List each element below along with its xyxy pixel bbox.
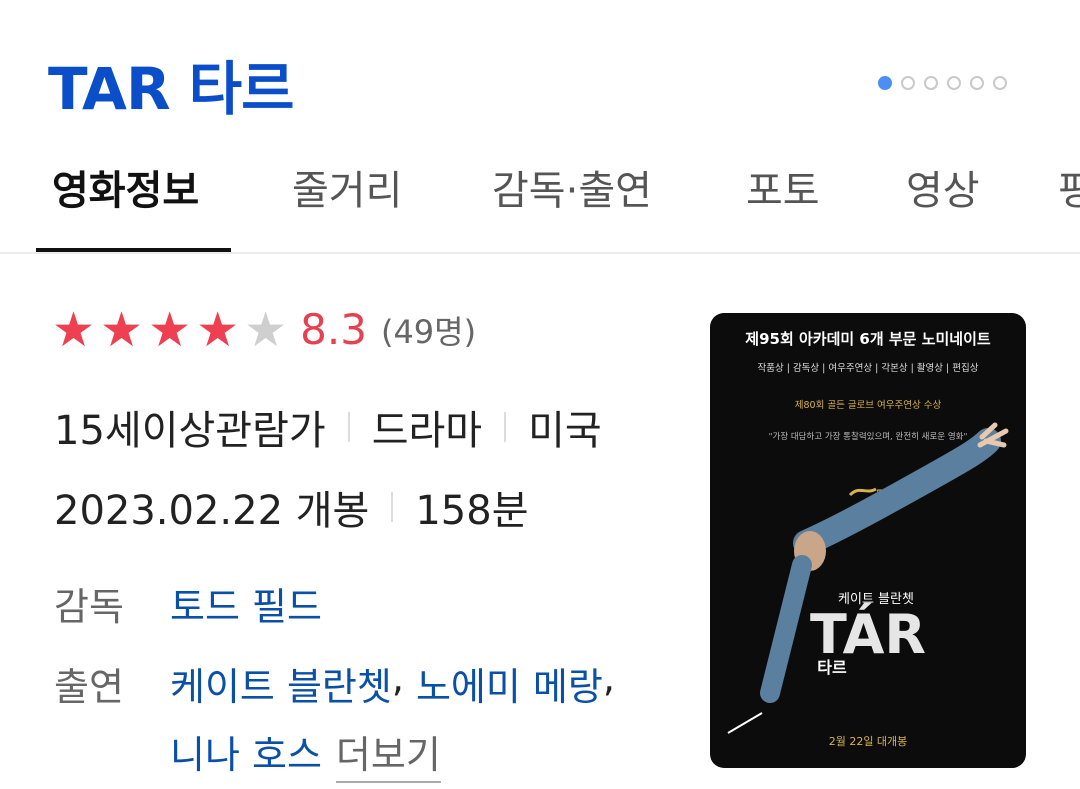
age-rating: 15세이상관람가 (54, 408, 326, 454)
tab-video[interactable]: 영상 (906, 158, 980, 216)
release-date: 2023.02.22 개봉 (54, 488, 370, 534)
cast-label: 출연 (54, 665, 124, 709)
tab-bar: 영화정보 줄거리 감독·출연 포토 영상 평 (0, 150, 1080, 254)
rating-score: 8.3 (300, 305, 367, 354)
pager-dot-5[interactable] (970, 76, 984, 90)
rating-count: (49명) (380, 312, 477, 351)
tab-director-cast[interactable]: 감독·출연 (492, 158, 652, 216)
poster-headline: 제95회 아카데미 6개 부문 노미네이트 (745, 330, 991, 348)
cast-link-2[interactable]: 노에미 메랑 (416, 656, 603, 711)
divider (504, 412, 507, 442)
pager-dot-2[interactable] (901, 76, 915, 90)
star-icon: ★ (100, 301, 144, 358)
cast-row-2: 니나 호스 더보기 (170, 724, 441, 783)
poster-quote: "가장 대담하고 가장 통찰력있으며, 완전히 새로운 영화" (769, 431, 968, 442)
director-row: 감독 토드 필드 (54, 576, 322, 631)
pager-dot-6[interactable] (993, 76, 1007, 90)
star-icon: ★ (148, 301, 192, 358)
genre: 드라마 (371, 408, 483, 454)
star-icon: ★ (52, 301, 96, 358)
tab-plot[interactable]: 줄거리 (292, 158, 402, 216)
meta-row-2: 2023.02.22 개봉 158분 (54, 478, 529, 536)
divider (391, 492, 394, 522)
tab-review[interactable]: 평 (1058, 158, 1080, 216)
active-tab-indicator (36, 248, 231, 252)
movie-poster[interactable]: 제95회 아카데미 6개 부문 노미네이트 작품상 | 감독상 | 여우주연상 … (710, 313, 1026, 768)
poster-award: 제80회 골든 글로브 여우주연상 수상 (795, 399, 942, 411)
comma: , (391, 656, 404, 700)
country: 미국 (528, 408, 602, 454)
poster-release: 2월 22일 대개봉 (829, 734, 908, 748)
comma: , (602, 656, 615, 700)
tab-photo[interactable]: 포토 (746, 158, 820, 216)
pager-dot-4[interactable] (947, 76, 961, 90)
poster-big-title: TÁR (810, 603, 926, 666)
director-link[interactable]: 토드 필드 (170, 576, 322, 631)
pager-dot-1[interactable] (878, 76, 892, 90)
star-empty-icon: ★ (244, 301, 288, 358)
cast-link-3[interactable]: 니나 호스 (170, 724, 322, 783)
tab-movie-info[interactable]: 영화정보 (52, 158, 199, 216)
poster-background (710, 313, 1026, 768)
meta-row-1: 15세이상관람가 드라마 미국 (54, 398, 602, 456)
cast-row: 출연 케이트 블란쳇 , 노에미 메랑 , (54, 656, 615, 711)
cast-link-1[interactable]: 케이트 블란쳇 (170, 656, 392, 711)
director-label: 감독 (54, 585, 124, 629)
carousel-pager[interactable] (878, 76, 1007, 90)
rating-row[interactable]: ★ ★ ★ ★ ★ 8.3 (49명) (52, 305, 476, 354)
pager-dot-3[interactable] (924, 76, 938, 90)
poster-subtitle: 타르 (817, 658, 847, 677)
poster-categories: 작품상 | 감독상 | 여우주연상 | 각본상 | 촬영상 | 편집상 (757, 362, 978, 374)
runtime: 158분 (415, 488, 529, 534)
star-icon: ★ (196, 301, 240, 358)
movie-title: TAR 타르 (48, 55, 295, 123)
more-cast-button[interactable]: 더보기 (335, 724, 441, 783)
divider (347, 412, 350, 442)
